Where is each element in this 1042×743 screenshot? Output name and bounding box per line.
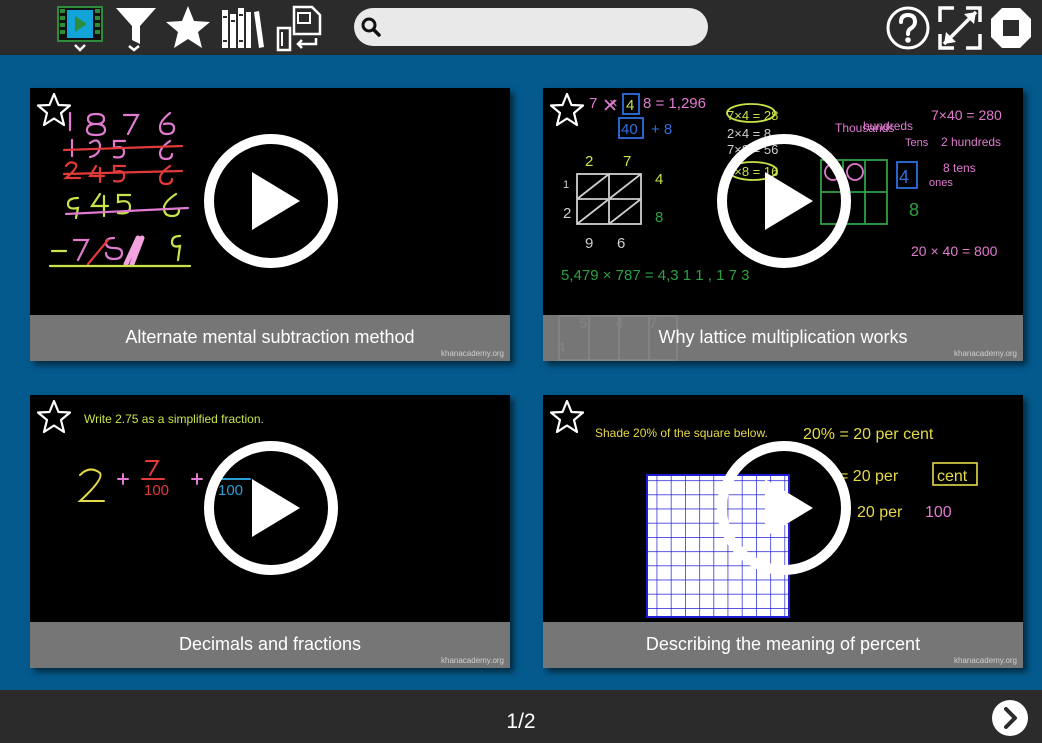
- play-button-icon[interactable]: [715, 132, 853, 270]
- svg-text:ones: ones: [929, 177, 953, 189]
- svg-text:cent: cent: [937, 468, 968, 485]
- video-watermark: khanacademy.org: [441, 656, 504, 665]
- stop-icon[interactable]: [987, 4, 1035, 52]
- library-books-icon[interactable]: [218, 4, 266, 52]
- search-icon: [361, 17, 381, 37]
- play-button-icon[interactable]: [715, 439, 853, 577]
- fullscreen-icon[interactable]: [936, 4, 984, 52]
- video-watermark: khanacademy.org: [954, 656, 1017, 665]
- svg-text:4: 4: [655, 171, 663, 188]
- favorite-star-icon[interactable]: [36, 399, 72, 435]
- svg-text:+ 8: + 8: [651, 121, 672, 138]
- svg-text:Tens: Tens: [905, 137, 929, 149]
- svg-text:7×4 = 28: 7×4 = 28: [727, 108, 778, 123]
- video-title: Alternate mental subtraction method: [30, 315, 510, 361]
- svg-text:20 per: 20 per: [857, 504, 903, 521]
- video-title: Why lattice multiplication works: [543, 315, 1023, 361]
- svg-text:40: 40: [621, 121, 638, 138]
- svg-text:2: 2: [585, 153, 593, 170]
- svg-text:8 tens: 8 tens: [943, 161, 976, 175]
- filter-icon[interactable]: [112, 4, 160, 52]
- svg-text:hundreds: hundreds: [863, 119, 913, 133]
- svg-text:8 = 1,296: 8 = 1,296: [643, 95, 706, 112]
- video-card[interactable]: 7 × 4 8 = 1,296 40 + 8 2 7 1 4 2 8 9 6 7×4…: [543, 88, 1023, 361]
- svg-text:9: 9: [585, 235, 593, 252]
- favorites-star-icon[interactable]: [164, 4, 212, 52]
- svg-text:7: 7: [623, 153, 631, 170]
- svg-text:×: ×: [609, 95, 618, 112]
- bottom-bar: 1/2: [0, 690, 1042, 743]
- help-icon[interactable]: [884, 4, 932, 52]
- video-card[interactable]: Write 2.75 as a simplified fraction. 100…: [30, 395, 510, 668]
- video-watermark: khanacademy.org: [954, 349, 1017, 358]
- svg-text:100: 100: [144, 482, 169, 499]
- svg-text:100: 100: [925, 504, 952, 521]
- favorite-star-icon[interactable]: [36, 92, 72, 128]
- svg-text:2 hundreds: 2 hundreds: [941, 135, 1001, 149]
- svg-text:6: 6: [617, 235, 625, 252]
- favorite-star-icon[interactable]: [549, 399, 585, 435]
- svg-text:7: 7: [589, 95, 597, 112]
- top-toolbar: [0, 0, 1042, 55]
- video-watermark: khanacademy.org: [441, 349, 504, 358]
- video-title: Decimals and fractions: [30, 622, 510, 668]
- video-card[interactable]: Alternate mental subtraction method khan…: [30, 88, 510, 361]
- video-card[interactable]: Shade 20% of the square below. 20% = 20 …: [543, 395, 1023, 668]
- favorite-star-icon[interactable]: [549, 92, 585, 128]
- svg-text:2: 2: [563, 205, 571, 222]
- svg-text:8: 8: [909, 200, 919, 220]
- search-bar[interactable]: [354, 8, 708, 46]
- svg-text:1: 1: [563, 179, 569, 191]
- svg-text:20 × 40 = 800: 20 × 40 = 800: [911, 243, 998, 259]
- video-prompt: Shade 20% of the square below.: [595, 426, 768, 440]
- video-title: Describing the meaning of percent: [543, 622, 1023, 668]
- svg-text:7×40 = 280: 7×40 = 280: [931, 107, 1002, 123]
- page-indicator: 1/2: [506, 710, 536, 733]
- svg-text:8: 8: [655, 209, 663, 226]
- video-library-icon[interactable]: [56, 4, 104, 52]
- play-button-icon[interactable]: [202, 132, 340, 270]
- svg-text:4: 4: [626, 97, 634, 114]
- video-prompt: Write 2.75 as a simplified fraction.: [84, 412, 264, 426]
- play-button-icon[interactable]: [202, 439, 340, 577]
- next-page-icon[interactable]: [991, 699, 1029, 737]
- svg-text:4: 4: [899, 167, 909, 187]
- search-input[interactable]: [388, 13, 692, 43]
- file-transfer-icon[interactable]: [274, 4, 322, 52]
